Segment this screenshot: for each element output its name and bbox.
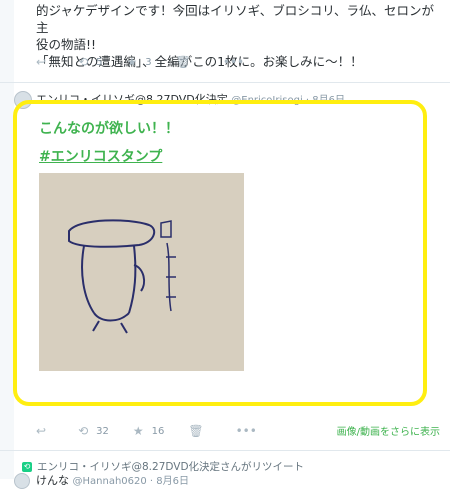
retweet-count: 32 <box>96 425 109 437</box>
divider <box>0 82 450 83</box>
delete-button[interactable]: 🗑 <box>176 55 199 69</box>
retweet-icon: ⟲ <box>78 55 89 69</box>
delete-icon: 🗑 <box>188 424 204 438</box>
retweet-icon: ⟲ <box>78 424 89 438</box>
favorite-icon: ★ <box>126 55 138 69</box>
favorite-button[interactable]: ★ 3 <box>127 55 152 69</box>
tweet-photo[interactable] <box>39 173 244 371</box>
reply-button[interactable]: ↩ <box>36 55 54 69</box>
more-media-link[interactable]: 画像/動画をさらに表示 <box>337 423 440 438</box>
sketch-drawing <box>39 173 244 371</box>
favorite-count: 16 <box>151 425 165 437</box>
delete-icon: 🗑 <box>175 55 191 69</box>
tweet-body-text: こんなのが欲しい！！ <box>39 121 179 137</box>
left-gutter <box>0 0 14 479</box>
more-button[interactable]: ••• <box>236 424 265 438</box>
author-name[interactable]: けんな <box>36 474 69 487</box>
divider <box>0 450 450 451</box>
reply-icon: ↩ <box>36 424 47 438</box>
more-button[interactable]: ••• <box>223 55 252 69</box>
favorite-icon: ★ <box>132 424 144 438</box>
favorite-button[interactable]: ★ 16 <box>133 424 165 438</box>
more-icon: ••• <box>235 424 257 438</box>
hashtag-link[interactable]: #エンリコスタンプ <box>39 146 162 166</box>
avatar[interactable] <box>14 473 30 489</box>
more-icon: ••• <box>222 55 245 69</box>
tweet-header: けんな @Hannah0620 · 8月6日 <box>36 472 189 488</box>
retweet-icon: ⟲ <box>22 461 32 472</box>
retweet-button[interactable]: ⟲ 32 <box>78 424 109 438</box>
reply-icon: ↩ <box>36 55 47 69</box>
retweet-button[interactable]: ⟲ 5 <box>78 55 102 69</box>
tweet-actions: ↩ ⟲ 5 ★ 3 🗑 ••• <box>36 54 276 70</box>
author-handle[interactable]: @Hannah0620 · 8月6日 <box>73 476 190 487</box>
retweet-count: 5 <box>96 56 103 68</box>
favorite-count: 3 <box>145 56 152 68</box>
tweet-line: 役の物語!! <box>36 37 97 52</box>
tweet-actions: ↩ ⟲ 32 ★ 16 🗑 ••• <box>36 423 289 439</box>
reply-button[interactable]: ↩ <box>36 424 54 438</box>
tweet-line: 的ジャケデザインです！今回はイリソギ、ブロシコリ、ラ仏、セロンが主 <box>36 3 435 35</box>
delete-button[interactable]: 🗑 <box>188 424 211 438</box>
